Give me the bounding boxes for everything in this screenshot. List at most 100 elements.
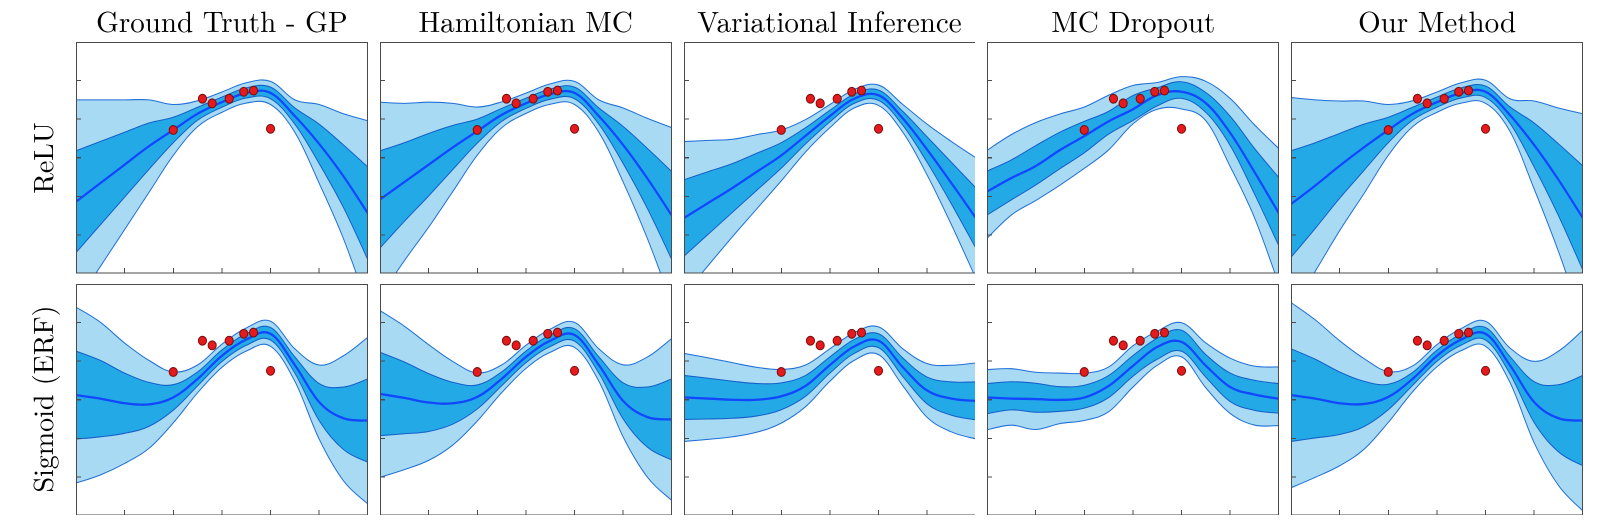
data-point [1414,94,1422,103]
chart-panel [1291,42,1583,274]
row-label-cell-1: Sigmoid (ERF) [20,284,64,516]
data-point [529,336,537,345]
data-point [833,94,841,103]
data-point [570,124,578,133]
data-point [1151,87,1159,96]
data-point [1465,86,1473,95]
data-point [169,126,177,135]
data-point [806,94,814,103]
data-point [553,86,561,95]
data-point [1136,94,1144,103]
row-label-0: ReLU [22,122,62,194]
data-point [833,336,841,345]
row-label-cell-0: ReLU [20,42,64,274]
chart-rows: ReLU Sigmoid (ERF) [20,42,1583,515]
data-point [266,366,274,375]
data-point [473,367,481,376]
data-point [1482,124,1490,133]
data-point [553,328,561,337]
data-point [1161,328,1169,337]
data-point [543,329,551,338]
data-point [208,99,216,108]
data-point [1151,329,1159,338]
data-point [543,87,551,96]
data-point [777,367,785,376]
data-point [266,124,274,133]
chart-grid: Ground Truth - GP Hamiltonian MC Variati… [20,0,1583,515]
data-point [1081,126,1089,135]
col-title-2: Variational Inference [684,0,976,45]
panel-svg [380,42,672,274]
column-titles-row: Ground Truth - GP Hamiltonian MC Variati… [20,0,1583,42]
data-point [1136,336,1144,345]
col-title-0: Ground Truth - GP [76,0,368,45]
data-point [1423,99,1431,108]
chart-row-1: Sigmoid (ERF) [20,284,1583,516]
chart-panel [76,42,368,274]
data-point [806,336,814,345]
data-point [502,94,510,103]
chart-row-0: ReLU [20,42,1583,274]
data-point [857,328,865,337]
data-point [847,87,855,96]
data-point [1178,124,1186,133]
data-point [1440,94,1448,103]
data-point [1440,336,1448,345]
chart-panel [684,42,976,274]
data-point [1178,366,1186,375]
data-point [502,336,510,345]
panel-svg [987,284,1279,516]
data-point [1110,336,1118,345]
data-point [1414,336,1422,345]
data-point [1081,367,1089,376]
col-title-3: MC Dropout [987,0,1279,45]
chart-panel [1291,284,1583,516]
data-point [1119,99,1127,108]
panel-svg [1291,284,1583,516]
data-point [473,126,481,135]
chart-panel [380,42,672,274]
data-point [240,87,248,96]
data-point [874,366,882,375]
chart-panel [380,284,672,516]
col-title-4: Our Method [1291,0,1583,45]
data-point [1465,328,1473,337]
data-point [874,124,882,133]
data-point [512,99,520,108]
panel-svg [1291,42,1583,274]
panel-svg [684,284,976,516]
data-point [240,329,248,338]
data-point [1455,329,1463,338]
data-point [1455,87,1463,96]
panel-svg [987,42,1279,274]
data-point [1161,86,1169,95]
data-point [816,99,824,108]
data-point [1384,126,1392,135]
data-point [816,340,824,349]
data-point [249,328,257,337]
data-point [512,340,520,349]
row-label-1: Sigmoid (ERF) [22,306,62,493]
panel-svg [380,284,672,516]
data-point [1384,367,1392,376]
data-point [225,336,233,345]
data-point [1482,366,1490,375]
data-point [777,126,785,135]
data-point [1110,94,1118,103]
data-point [570,366,578,375]
data-point [198,336,206,345]
panel-svg [76,42,368,274]
data-point [847,329,855,338]
data-point [249,86,257,95]
data-point [1119,340,1127,349]
data-point [857,86,865,95]
chart-panel [987,284,1279,516]
data-point [198,94,206,103]
col-title-1: Hamiltonian MC [380,0,672,45]
data-point [529,94,537,103]
uncertainty-figure: Ground Truth - GP Hamiltonian MC Variati… [0,0,1603,521]
data-point [169,367,177,376]
data-point [208,340,216,349]
chart-panel [684,284,976,516]
data-point [225,94,233,103]
